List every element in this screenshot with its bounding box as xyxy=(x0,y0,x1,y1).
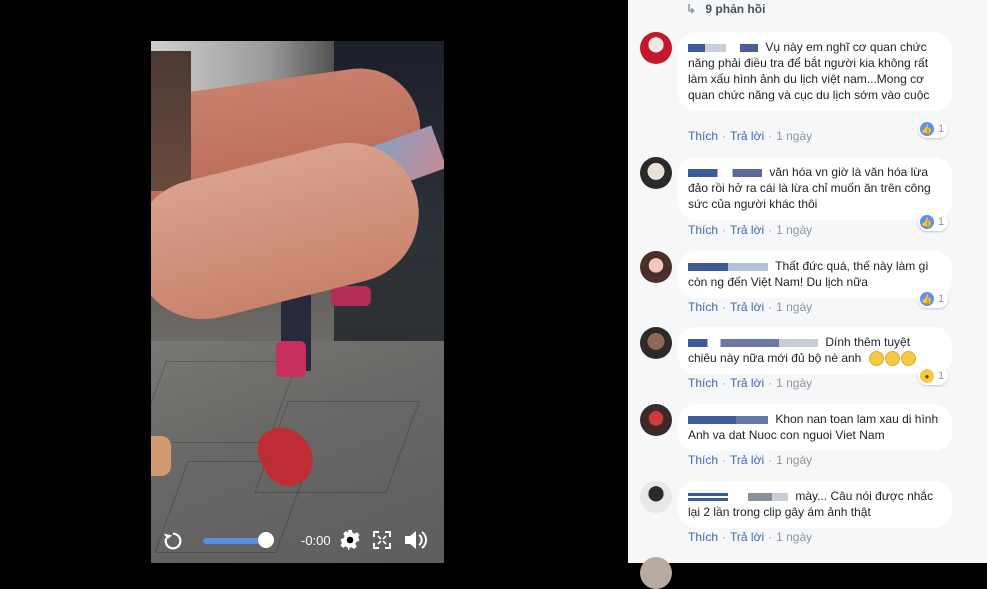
reaction-count: 1 xyxy=(938,370,945,382)
commenter-name-blurred[interactable] xyxy=(748,492,788,501)
reply-arrow-icon: ↳ xyxy=(686,2,697,16)
commenter-name-blurred[interactable] xyxy=(740,43,758,52)
comment-time[interactable]: 1 ngày xyxy=(776,453,812,467)
comment-time[interactable]: 1 ngày xyxy=(776,530,812,544)
avatar[interactable] xyxy=(640,251,672,283)
video-shoe xyxy=(331,286,371,306)
comment-actions: Thích · Trả lời · 1 ngày xyxy=(688,530,813,544)
comment-bubble: Vụ này em nghĩ cơ quan chức năng phải đi… xyxy=(678,32,952,111)
reply-link[interactable]: Trả lời xyxy=(730,376,764,390)
wow-icon: ● xyxy=(920,369,934,383)
gear-icon[interactable] xyxy=(339,529,361,551)
comment-time[interactable]: 1 ngày xyxy=(776,223,812,237)
reaction-badge[interactable]: 👍 1 xyxy=(918,290,949,308)
like-link[interactable]: Thích xyxy=(688,300,718,314)
avatar[interactable] xyxy=(640,557,672,589)
view-replies-link[interactable]: ↳ 9 phản hồi xyxy=(686,2,765,16)
video-fingers xyxy=(151,436,171,476)
video-time: -0:00 xyxy=(301,533,331,548)
like-link[interactable]: Thích xyxy=(688,129,718,143)
comment-bubble: văn hóa vn giờ là văn hóa lừa đảo rồi hở… xyxy=(678,157,952,220)
comment-actions: Thích · Trả lời · 1 ngày xyxy=(688,300,813,314)
laughing-emoji-group xyxy=(868,351,917,367)
avatar[interactable] xyxy=(640,481,672,513)
commenter-name-blurred[interactable] xyxy=(688,43,726,52)
laughing-emoji-icon xyxy=(900,351,916,367)
reply-link[interactable]: Trả lời xyxy=(730,453,764,467)
video-tattoo xyxy=(151,51,191,191)
comment-bubble: mày... Câu nói được nhắc lại 2 lần trong… xyxy=(678,481,952,528)
laughing-emoji-icon xyxy=(884,351,900,367)
video-controls: -0:00 xyxy=(151,523,444,559)
commenter-name-blurred[interactable] xyxy=(688,415,768,424)
like-icon: 👍 xyxy=(920,122,934,136)
reply-link[interactable]: Trả lời xyxy=(730,530,764,544)
like-icon: 👍 xyxy=(920,292,934,306)
avatar[interactable] xyxy=(640,157,672,189)
like-link[interactable]: Thích xyxy=(688,223,718,237)
reply-link[interactable]: Trả lời xyxy=(730,300,764,314)
reply-link[interactable]: Trả lời xyxy=(730,223,764,237)
reaction-count: 1 xyxy=(938,293,945,305)
comment-actions: Thích · Trả lời · 1 ngày xyxy=(688,376,813,390)
video-frame[interactable] xyxy=(151,41,444,563)
comment-time[interactable]: 1 ngày xyxy=(776,129,812,143)
reaction-count: 1 xyxy=(938,216,945,228)
reaction-badge[interactable]: ● 1 xyxy=(918,367,949,385)
comment-bubble: Khon nan toan lam xau di hình Anh va dat… xyxy=(678,404,952,451)
reaction-count: 1 xyxy=(938,123,945,135)
comment-actions: Thích · Trả lời · 1 ngày xyxy=(688,223,813,237)
reaction-badge[interactable]: 👍 1 xyxy=(918,213,949,231)
volume-icon[interactable] xyxy=(403,529,427,551)
avatar[interactable] xyxy=(640,404,672,436)
like-icon: 👍 xyxy=(920,215,934,229)
replay-icon[interactable] xyxy=(161,529,185,553)
like-link[interactable]: Thích xyxy=(688,376,718,390)
comment-actions: Thích · Trả lời · 1 ngày xyxy=(688,129,813,143)
video-shoe xyxy=(276,341,306,377)
comment-time[interactable]: 1 ngày xyxy=(776,300,812,314)
reply-link[interactable]: Trả lời xyxy=(730,129,764,143)
comment-time[interactable]: 1 ngày xyxy=(776,376,812,390)
commenter-name-blurred[interactable] xyxy=(688,338,818,347)
commenter-name-blurred[interactable] xyxy=(688,168,762,177)
comment-bubble: Dính thêm tuyệt chiêu này nữa mới đủ bộ … xyxy=(678,327,952,375)
reaction-badge[interactable]: 👍 1 xyxy=(918,120,949,138)
fullscreen-icon[interactable] xyxy=(373,531,391,549)
video-player-area: -0:00 xyxy=(0,0,628,563)
like-link[interactable]: Thích xyxy=(688,453,718,467)
avatar[interactable] xyxy=(640,327,672,359)
avatar[interactable] xyxy=(640,32,672,64)
like-link[interactable]: Thích xyxy=(688,530,718,544)
comment-bubble: Thất đức quá, thế này làm gì còn ng đến … xyxy=(678,251,952,298)
laughing-emoji-icon xyxy=(868,351,884,367)
video-progress-knob[interactable] xyxy=(258,532,274,548)
replies-count-label: 9 phản hồi xyxy=(705,2,766,16)
commenter-name-blurred[interactable] xyxy=(688,492,728,501)
commenter-name-blurred[interactable] xyxy=(688,262,768,271)
comment-actions: Thích · Trả lời · 1 ngày xyxy=(688,453,813,467)
